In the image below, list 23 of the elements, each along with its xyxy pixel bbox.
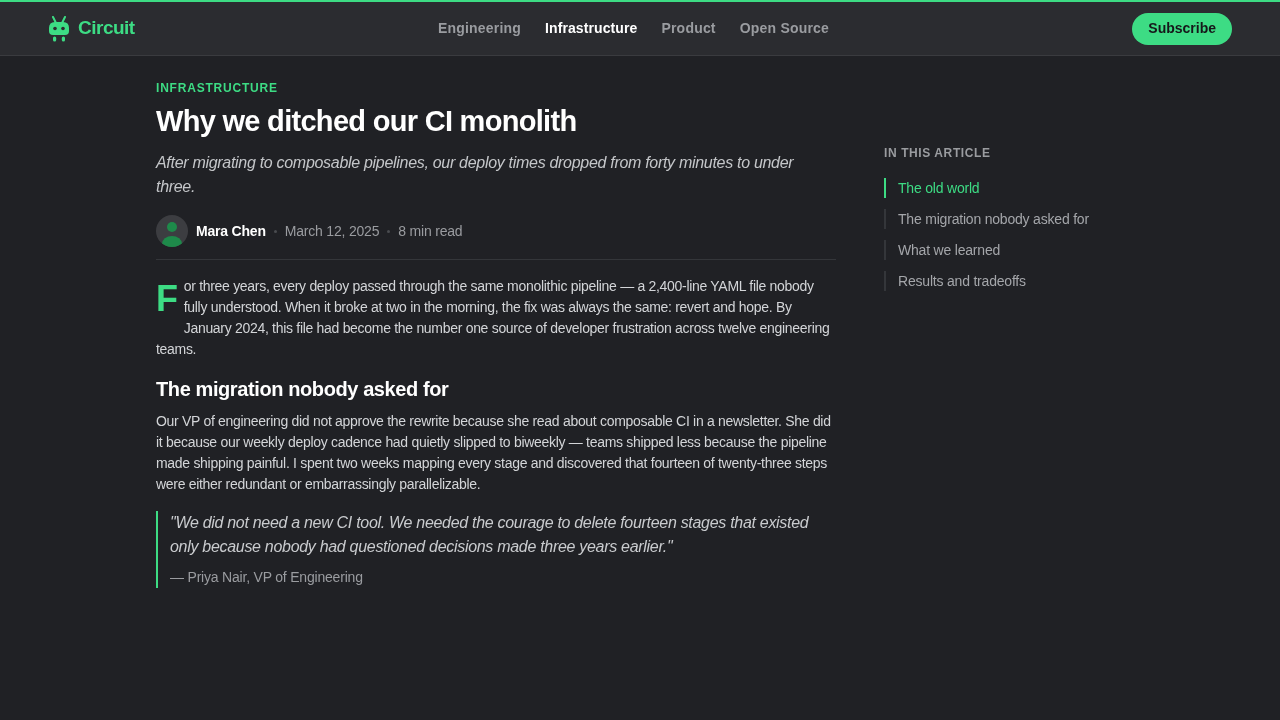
nav-link[interactable]: Product (661, 18, 716, 39)
toc-link[interactable]: Results and tradeoffs (884, 271, 1124, 291)
section-heading: The migration nobody asked for (156, 377, 450, 402)
nav-link[interactable]: Engineering (437, 18, 521, 39)
section-paragraph: Our VP of engineering did not approve the rewrite because she read about composable CI in a newsletter. She did it because our weekly deploy cadence had quietly slipped to biweekly — teams shipped less because the pipeline made shipping painful. I spent two weeks mapping every stage and discovered that fourteen of twenty-three steps were either redundant or embarrassingly parallelizable. (156, 412, 832, 494)
article-title: Why we ditched our CI monolith (156, 104, 578, 139)
nav-link[interactable]: Open Source (739, 18, 830, 39)
toc-link[interactable]: The migration nobody asked for (884, 209, 1124, 229)
author-name: Mara Chen (196, 221, 266, 241)
toc-link[interactable]: What we learned (884, 240, 1124, 260)
quote-text: "We did not need a new CI tool. We needed the courage to delete fourteen stages that existed only because nobody had questioned decisions made three years earlier." (170, 513, 810, 557)
subscribe-button[interactable]: Subscribe (1132, 12, 1232, 45)
site-logo-link[interactable]: Circuit (48, 14, 135, 43)
category-label: INFRASTRUCTURE (156, 80, 279, 96)
robot-logo-icon (48, 15, 70, 42)
user-avatar-icon (156, 215, 188, 247)
read-time: 8 min read (398, 221, 463, 241)
quote-attribution: — Priya Nair, VP of Engineering (170, 568, 364, 587)
publish-date: March 12, 2025 (284, 221, 380, 241)
nav-link[interactable]: Infrastructure (545, 18, 638, 39)
article-subtitle: After migrating to composable pipelines, our deploy times dropped from forty minutes to under three. (156, 153, 795, 197)
toc-title: IN THIS ARTICLE (884, 145, 992, 161)
toc-link[interactable]: The old world (884, 178, 1124, 198)
